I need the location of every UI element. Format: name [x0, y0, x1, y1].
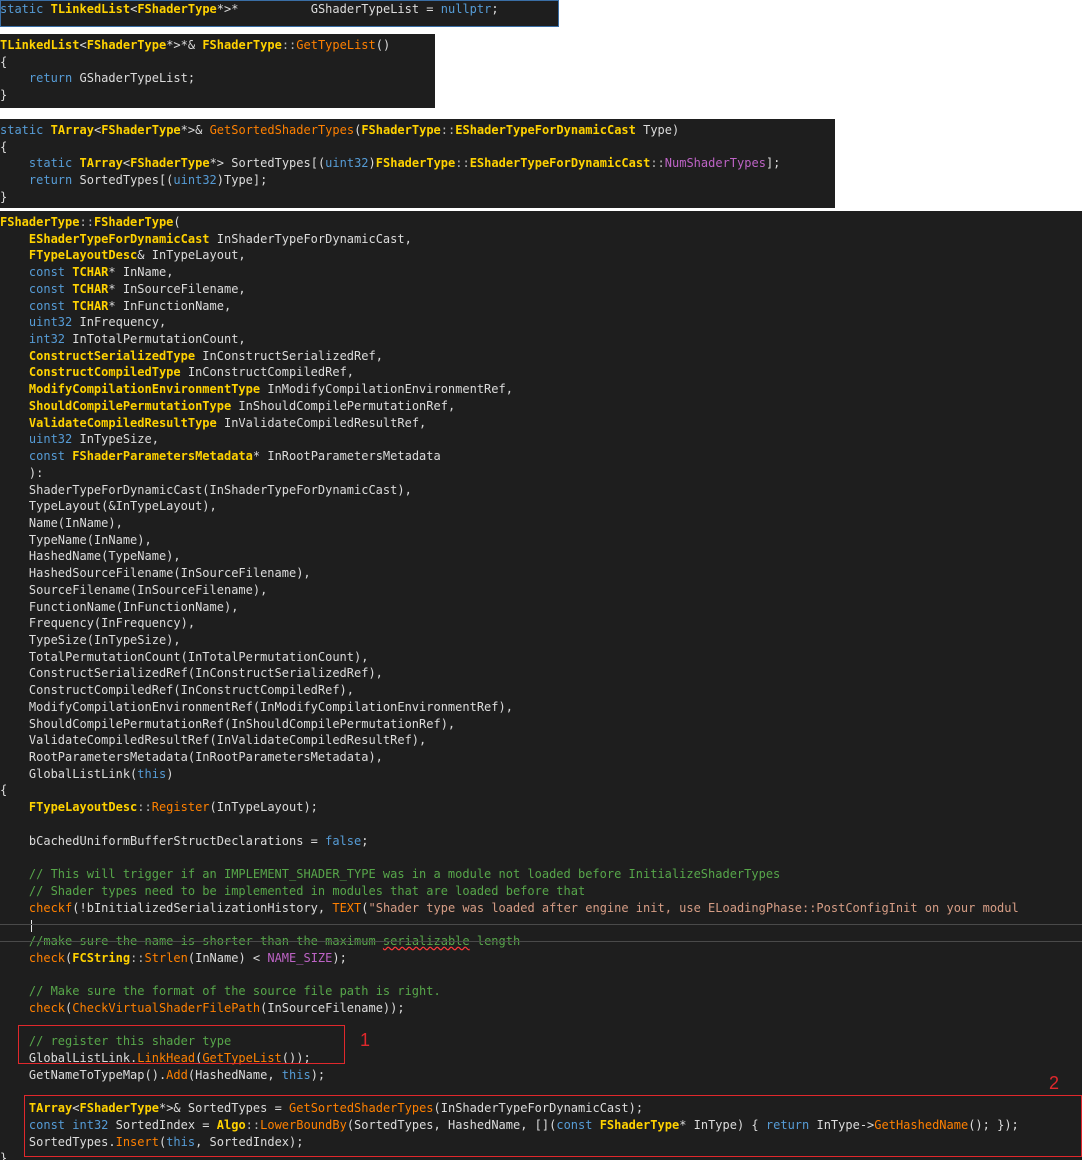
- code-line: ShaderTypeForDynamicCast(InShaderTypeFor…: [0, 482, 412, 497]
- code-line: TypeSize(InTypeSize),: [0, 633, 181, 647]
- code-line: HashedSourceFilename(InSourceFilename),: [0, 566, 311, 581]
- code-line: TLinkedList<FShaderType*>*& FShaderType:…: [0, 38, 391, 52]
- code-line: // Make sure the format of the source fi…: [28, 984, 441, 999]
- code-line: const TCHAR* InFunctionName,: [28, 298, 232, 313]
- annotation-label-2: 2: [1049, 1073, 1060, 1093]
- code-line: int32 InTotalPermutationCount,: [28, 332, 246, 347]
- code-line: const FShaderParametersMetadata* InRootP…: [28, 449, 441, 464]
- code-line: {: [0, 783, 8, 798]
- code-line: {: [0, 139, 8, 154]
- code-snippet-get-sorted-shader-types: static TArray<FShaderType*>& GetSortedSh…: [0, 119, 835, 208]
- code-line: TypeName(InName),: [0, 532, 152, 547]
- code-line: HashedName(TypeName),: [0, 549, 181, 564]
- code-line: GetNameToTypeMap().Add(HashedName, this)…: [0, 1067, 326, 1082]
- text-cursor: [31, 920, 32, 933]
- code-line: ):: [0, 465, 44, 480]
- annotation-box-1: [18, 1025, 345, 1064]
- annotation-label-1: 1: [360, 1030, 371, 1050]
- current-line-highlight: [0, 941, 1082, 942]
- code-line: ModifyCompilationEnvironmentType InModif…: [28, 382, 513, 397]
- code-line: ConstructCompiledType InConstructCompile…: [28, 365, 355, 380]
- code-line: FShaderType::FShaderType(: [0, 215, 181, 229]
- code-line: FunctionName(InFunctionName),: [0, 599, 239, 614]
- code-line: ConstructSerializedRef(InConstructSerial…: [0, 666, 383, 681]
- code-snippet-global-list: static TLinkedList<FShaderType*>* GShade…: [0, 0, 559, 27]
- code-line: Frequency(InFrequency),: [0, 616, 196, 631]
- code-line: check(CheckVirtualShaderFilePath(InSourc…: [28, 1000, 405, 1015]
- code-line: ShouldCompilePermutationType InShouldCom…: [28, 398, 456, 413]
- code-line: RootParametersMetadata(InRootParametersM…: [0, 750, 383, 765]
- code-line: static TArray<FShaderType*> SortedTypes[…: [28, 156, 781, 171]
- code-snippet-get-type-list: TLinkedList<FShaderType*>*& FShaderType:…: [0, 34, 435, 108]
- code-line: {: [0, 54, 8, 69]
- code-line: return SortedTypes[(uint32)Type];: [28, 173, 268, 188]
- code-line: }: [0, 88, 8, 103]
- code-line: Name(InName),: [0, 515, 123, 530]
- code-line: static TArray<FShaderType*>& GetSortedSh…: [0, 123, 680, 137]
- code-line: TypeLayout(&InTypeLayout),: [0, 499, 217, 514]
- code-line: bCachedUniformBufferStructDeclarations =…: [0, 833, 369, 848]
- code-line: checkf(!bInitializedSerializationHistory…: [28, 900, 1019, 915]
- code-line: SourceFilename(InSourceFilename),: [0, 582, 268, 597]
- current-line-highlight: [0, 924, 1082, 925]
- code-line: ValidateCompiledResultRef(InValidateComp…: [0, 733, 427, 748]
- annotation-box-2: [24, 1095, 1082, 1157]
- code-line: GlobalListLink(this): [0, 766, 174, 781]
- code-line: const TCHAR* InSourceFilename,: [28, 281, 246, 296]
- code-line: TotalPermutationCount(InTotalPermutation…: [0, 649, 369, 664]
- code-line: static TLinkedList<FShaderType*>* GShade…: [0, 2, 499, 16]
- code-snippet-shader-type-constructor: FShaderType::FShaderType( EShaderTypeFor…: [0, 211, 1082, 1160]
- code-line: const TCHAR* InName,: [28, 265, 174, 280]
- code-line: return GShaderTypeList;: [28, 71, 196, 86]
- code-line: // Shader types need to be implemented i…: [28, 883, 586, 898]
- code-line: ConstructCompiledRef(InConstructCompiled…: [0, 683, 355, 698]
- code-line: ValidateCompiledResultType InValidateCom…: [28, 415, 427, 430]
- code-line: check(FCString::Strlen(InName) < NAME_SI…: [28, 950, 347, 965]
- code-line: ModifyCompilationEnvironmentRef(InModify…: [0, 699, 513, 714]
- code-line: EShaderTypeForDynamicCast InShaderTypeFo…: [28, 231, 412, 246]
- code-line: }: [0, 189, 8, 204]
- code-line: uint32 InFrequency,: [28, 315, 167, 330]
- code-line: // This will trigger if an IMPLEMENT_SHA…: [28, 867, 781, 882]
- code-line: ShouldCompilePermutationRef(InShouldComp…: [0, 716, 456, 731]
- code-line: FTypeLayoutDesc::Register(InTypeLayout);: [28, 800, 318, 815]
- code-line: uint32 InTypeSize,: [28, 432, 159, 447]
- code-line: ConstructSerializedType InConstructSeria…: [28, 348, 383, 363]
- code-line: FTypeLayoutDesc& InTypeLayout,: [28, 248, 246, 263]
